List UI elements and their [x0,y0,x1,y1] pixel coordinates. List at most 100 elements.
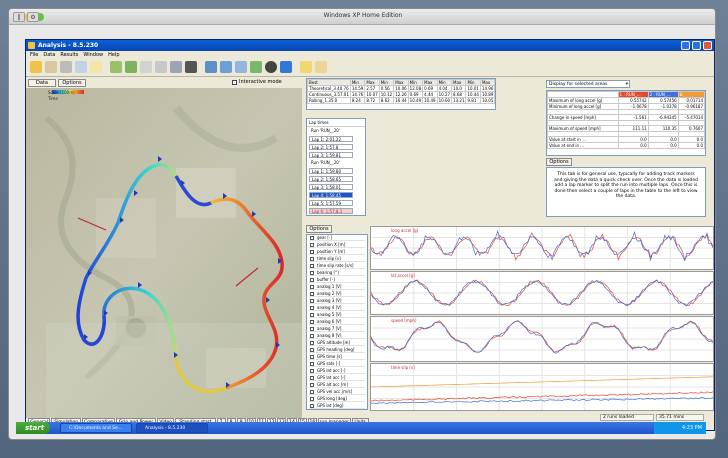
lap-list-item[interactable]: Lap 4: 1:58.45 [309,192,353,198]
vm-settings-button[interactable]: ⚙ [27,12,39,22]
table-icon[interactable] [205,61,217,73]
context-help-icon[interactable] [315,61,327,73]
vm-pause-button[interactable]: ‖ [13,12,25,22]
lap-list-item[interactable]: Lap 3: 1:59.81 [309,152,353,158]
stats-row[interactable]: Continuous_3.57.01 14.76 10.07 10.12 12.26 0.… [307,91,496,98]
open-folder-icon[interactable] [30,61,42,73]
tab-options[interactable]: Options [58,79,86,87]
channel-item[interactable]: analog 2 [V] [309,291,365,297]
channel-item[interactable]: GPS lat acc [-] [309,368,365,374]
plot-time-slip[interactable]: time slip [s] [370,363,714,411]
tab-data[interactable]: Data [28,79,56,87]
channel-checkbox[interactable] [310,341,314,345]
channel-item[interactable]: GPS vel acc [m/s] [309,389,365,395]
channel-item[interactable]: GPS altitude [m] [309,340,365,346]
plot-long-accel[interactable]: long accel [g] [370,226,714,270]
channel-item[interactable]: GPS sats [-] [309,361,365,367]
taskbar-item-analysis[interactable]: Analysis - 8.5.230 [136,423,208,433]
tab-options-right[interactable]: Options [546,158,572,166]
channel-checkbox[interactable] [310,313,314,317]
map-icon[interactable] [250,61,262,73]
channel-item[interactable]: time slip [s] [309,256,365,262]
channel-item[interactable]: bearing [°] [309,270,365,276]
channel-item[interactable]: buffer [-] [309,277,365,283]
channel-checkbox[interactable] [310,383,314,387]
channel-checkbox[interactable] [310,355,314,359]
channel-item[interactable]: gear [-] [309,235,365,241]
menu-window[interactable]: Window [83,51,103,59]
channel-checkbox[interactable] [310,404,314,408]
maximize-icon[interactable] [692,41,701,50]
channel-item[interactable]: GPS time [s] [309,354,365,360]
long-accel-chart[interactable] [370,227,714,269]
channel-item[interactable]: time slip rate [s/s] [309,263,365,269]
channel-checkbox[interactable] [310,348,314,352]
start-button[interactable]: start [16,422,50,434]
stats-row[interactable]: Theoretical_3.40.76 14.59 2.57 0.56 10.06 12.… [307,85,496,92]
lap-list-item[interactable]: Lap 1: 1:59.80 [309,168,353,174]
tab-channel-options[interactable]: Options [306,225,332,233]
help-icon[interactable] [300,61,312,73]
lap-list-item[interactable]: Lap 2: 1:57.8 [309,144,353,150]
channel-item[interactable]: analog 8 [V] [309,333,365,339]
channel-item[interactable]: GPS alt acc [m] [309,382,365,388]
channel-checkbox[interactable] [310,271,314,275]
channel-checkbox[interactable] [310,250,314,254]
lat-accel-chart[interactable] [370,272,714,314]
lap-list-item[interactable]: Lap 2: 1:58.65 [309,176,353,182]
minimize-icon[interactable] [681,41,690,50]
channel-item[interactable]: analog 7 [V] [309,326,365,332]
time-slip-chart[interactable] [370,364,714,410]
lap-list-item[interactable]: Lap 1: 2:01.22 [309,136,353,142]
car-icon[interactable] [170,61,182,73]
channel-item[interactable]: analog 5 [V] [309,312,365,318]
menu-help[interactable]: Help [108,51,119,59]
lap-list-item[interactable]: Lap 5: 1:57.59 [309,200,353,206]
channel-checkbox[interactable] [310,334,314,338]
channel-checkbox[interactable] [310,264,314,268]
plot-speed[interactable]: speed [mph] [370,316,714,362]
clipboard-icon[interactable] [75,61,87,73]
bar-chart-icon[interactable] [125,61,137,73]
channel-item[interactable]: analog 3 [V] [309,298,365,304]
channel-item[interactable]: analog 6 [V] [309,319,365,325]
taskbar-item-explorer[interactable]: C:\Documents and Se... [60,423,132,433]
save-icon[interactable] [45,61,57,73]
channel-item[interactable]: GPS lat acc [-] [309,375,365,381]
grid-icon[interactable] [220,61,232,73]
channel-checkbox[interactable] [310,369,314,373]
channel-checkbox[interactable] [310,306,314,310]
line-chart-icon[interactable] [110,61,122,73]
lap-list-item[interactable]: Lap 3: 1:58.01 [309,184,353,190]
channel-checkbox[interactable] [310,327,314,331]
channel-item[interactable]: analog 4 [V] [309,305,365,311]
channel-item[interactable]: GPS lat [deg] [309,403,365,409]
track-map[interactable] [26,78,302,418]
channel-item[interactable]: GPS long [deg] [309,396,365,402]
channel-item[interactable]: GPS heading [deg] [309,347,365,353]
printer-icon[interactable] [60,61,72,73]
channel-checkbox[interactable] [310,320,314,324]
record-icon[interactable] [265,61,277,73]
track-icon[interactable] [140,61,152,73]
stats-row[interactable]: Rolling_1.35.0 8.24 8.72 8.62 16.44 10.49 10.4… [307,97,496,104]
plot-lat-accel[interactable]: lat accel [g] [370,271,714,315]
lap-list-item[interactable]: Run 'RUN__20' [309,128,353,134]
checkered-flag-icon[interactable] [185,61,197,73]
channel-checkbox[interactable] [310,397,314,401]
channel-checkbox[interactable] [310,257,314,261]
lap-list-item[interactable]: Run 'RUN__20' [309,160,353,166]
channel-checkbox[interactable] [310,299,314,303]
track-map-pane[interactable] [26,78,302,418]
channel-item[interactable]: analog 1 [V] [309,284,365,290]
channel-checkbox[interactable] [310,390,314,394]
channel-checkbox[interactable] [310,285,314,289]
channel-checkbox[interactable] [310,278,314,282]
channel-checkbox[interactable] [310,236,314,240]
menu-data[interactable]: Data [43,51,55,59]
speed-chart[interactable] [370,317,714,361]
display-selected-dropdown[interactable]: Display for selected areas ▾ [546,80,630,88]
document-icon[interactable] [90,61,102,73]
channel-checkbox[interactable] [310,376,314,380]
channel-checkbox[interactable] [310,292,314,296]
